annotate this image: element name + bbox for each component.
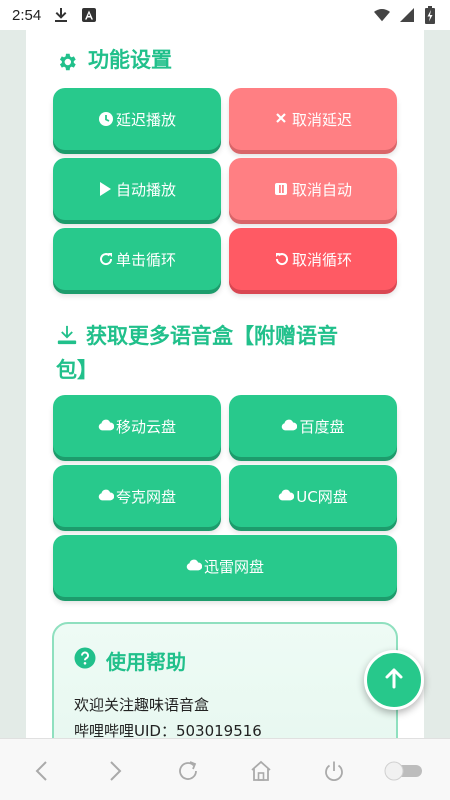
delay-play-label: 延迟播放 <box>115 110 176 129</box>
reload-icon[interactable] <box>174 757 202 785</box>
settings-title: 功能设置 <box>56 43 172 77</box>
help-follow-text: 欢迎关注趣味语音盒 <box>74 696 210 714</box>
refresh-icon <box>98 251 114 267</box>
notification-a-icon <box>81 7 97 23</box>
status-time: 2:54 <box>12 6 42 24</box>
quark-pan-button[interactable]: 夸克网盘 <box>53 465 221 527</box>
cancel-delay-label: 取消延迟 <box>291 110 352 129</box>
main-content[interactable]: 功能设置 延迟播放 取消延迟 自动播放 取消自动 单击循环 取消循环 获取更多语… <box>26 30 424 738</box>
download-tray-icon <box>56 322 78 345</box>
auto-play-button[interactable]: 自动播放 <box>53 158 221 220</box>
forward-icon[interactable] <box>101 757 129 785</box>
arrow-up-icon <box>382 666 406 694</box>
bottom-nav-bar <box>0 738 450 800</box>
xunlei-pan-label: 迅雷网盘 <box>203 557 264 576</box>
power-icon[interactable] <box>320 757 348 785</box>
status-bar: 2:54 <box>0 0 450 30</box>
delay-play-button[interactable]: 延迟播放 <box>53 88 221 150</box>
home-icon[interactable] <box>247 757 275 785</box>
baidu-pan-label: 百度盘 <box>299 417 345 436</box>
settings-title-text: 功能设置 <box>88 48 172 72</box>
download-icon <box>53 7 69 23</box>
downloads-title-line1: 获取更多语音盒【附赠语音 <box>86 324 338 348</box>
cancel-auto-label: 取消自动 <box>291 180 352 199</box>
close-icon <box>274 111 290 127</box>
question-icon <box>74 647 96 674</box>
cloud-icon <box>281 418 298 434</box>
baidu-pan-button[interactable]: 百度盘 <box>229 395 397 457</box>
wifi-icon <box>374 7 390 23</box>
quark-pan-label: 夸克网盘 <box>115 487 176 506</box>
auto-play-label: 自动播放 <box>115 180 176 199</box>
uc-pan-button[interactable]: UC网盘 <box>229 465 397 527</box>
click-loop-label: 单击循环 <box>115 250 176 269</box>
cancel-delay-button[interactable]: 取消延迟 <box>229 88 397 150</box>
mobile-cloud-button[interactable]: 移动云盘 <box>53 395 221 457</box>
help-title: 使用帮助 <box>74 646 186 675</box>
help-uid-text: 哔哩哔哩UID：503019516 <box>74 722 262 738</box>
cloud-icon <box>98 488 114 504</box>
cloud-icon <box>278 488 295 504</box>
play-icon <box>98 181 114 197</box>
downloads-title-line2: 包】 <box>56 358 98 382</box>
page-margin-left <box>0 30 26 738</box>
gear-icon <box>56 49 78 71</box>
cancel-loop-label: 取消循环 <box>291 250 352 269</box>
signal-icon <box>398 7 414 23</box>
help-title-text: 使用帮助 <box>106 650 186 674</box>
cloud-icon <box>186 558 202 574</box>
cancel-loop-button[interactable]: 取消循环 <box>229 228 397 290</box>
scroll-to-top-button[interactable] <box>364 650 424 710</box>
undo-icon <box>274 251 290 267</box>
mobile-cloud-label: 移动云盘 <box>115 417 176 436</box>
uc-pan-label: UC网盘 <box>296 487 348 506</box>
clock-icon <box>98 111 114 127</box>
toggle-switch[interactable] <box>382 757 426 785</box>
click-loop-button[interactable]: 单击循环 <box>53 228 221 290</box>
xunlei-pan-button[interactable]: 迅雷网盘 <box>53 535 397 597</box>
battery-charging-icon <box>422 6 438 24</box>
help-card: 使用帮助 欢迎关注趣味语音盒 哔哩哔哩UID：503019516 <box>52 622 398 738</box>
cloud-icon <box>98 418 114 434</box>
pause-icon <box>274 181 290 197</box>
page-margin-right <box>424 30 450 738</box>
back-icon[interactable] <box>28 757 56 785</box>
cancel-auto-button[interactable]: 取消自动 <box>229 158 397 220</box>
downloads-title: 获取更多语音盒【附赠语音 包】 <box>56 316 396 387</box>
